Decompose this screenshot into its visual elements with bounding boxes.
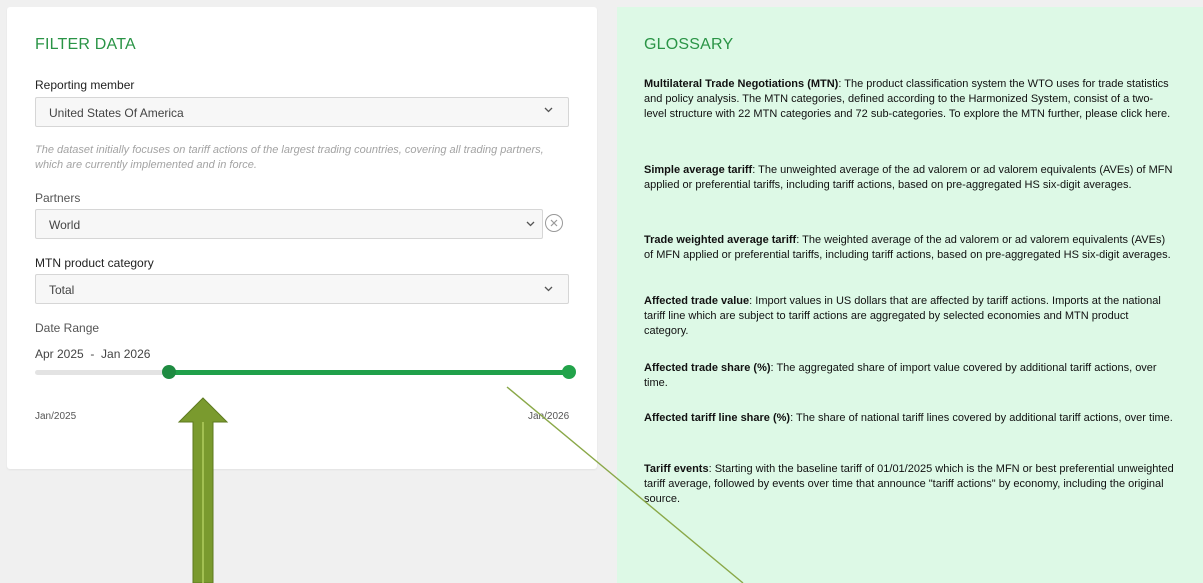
glossary-term: Multilateral Trade Negotiations (MTN) [644, 78, 839, 90]
annotation-line [506, 386, 744, 583]
mtn-category-label: MTN product category [35, 256, 154, 270]
chevron-down-icon [544, 107, 553, 115]
filter-title: FILTER DATA [35, 36, 136, 53]
glossary-term: Simple average tariff [644, 164, 753, 176]
date-range-separator: - [90, 347, 95, 361]
clear-icon[interactable] [544, 213, 564, 233]
date-range-start: Apr 2025 [35, 347, 84, 361]
slider-selected-range [168, 370, 569, 375]
glossary-entry-simple-average: Simple average tariff: The unweighted av… [644, 163, 1174, 193]
slider-min-label: Jan/2025 [35, 411, 77, 422]
glossary-definition: : The share of national tariff lines cov… [790, 412, 1173, 424]
date-range-value: Apr 2025 - Jan 2026 [35, 347, 150, 361]
glossary-entry-affected-trade-value: Affected trade value: Import values in U… [644, 294, 1174, 339]
glossary-entry-trade-weighted: Trade weighted average tariff: The weigh… [644, 233, 1174, 263]
glossary-title: GLOSSARY [644, 36, 734, 53]
glossary-term: Trade weighted average tariff [644, 234, 797, 246]
reporting-member-label: Reporting member [35, 78, 135, 92]
page: FILTER DATA Reporting member United Stat… [0, 0, 1203, 583]
glossary-entry-mtn: Multilateral Trade Negotiations (MTN): T… [644, 77, 1174, 122]
partners-select[interactable]: World [35, 209, 543, 239]
annotation-arrow-icon [177, 397, 229, 583]
glossary-term: Affected trade value [644, 295, 750, 307]
date-range-end: Jan 2026 [101, 347, 151, 361]
mtn-category-value: Total [49, 283, 75, 297]
reporting-member-select[interactable]: United States Of America [35, 97, 569, 127]
chevron-down-icon [526, 221, 535, 229]
date-range-slider[interactable] [35, 365, 576, 379]
dataset-note: The dataset initially focuses on tariff … [35, 144, 544, 171]
slider-end-handle[interactable] [562, 365, 576, 379]
reporting-member-value: United States Of America [49, 106, 184, 120]
chevron-down-icon [544, 286, 553, 294]
partners-value: World [49, 218, 81, 232]
partners-label: Partners [35, 191, 81, 205]
glossary-term: Affected trade share (%) [644, 362, 771, 374]
date-range-label: Date Range [35, 321, 100, 335]
mtn-category-select[interactable]: Total [35, 274, 569, 304]
slider-start-handle[interactable] [161, 365, 176, 379]
